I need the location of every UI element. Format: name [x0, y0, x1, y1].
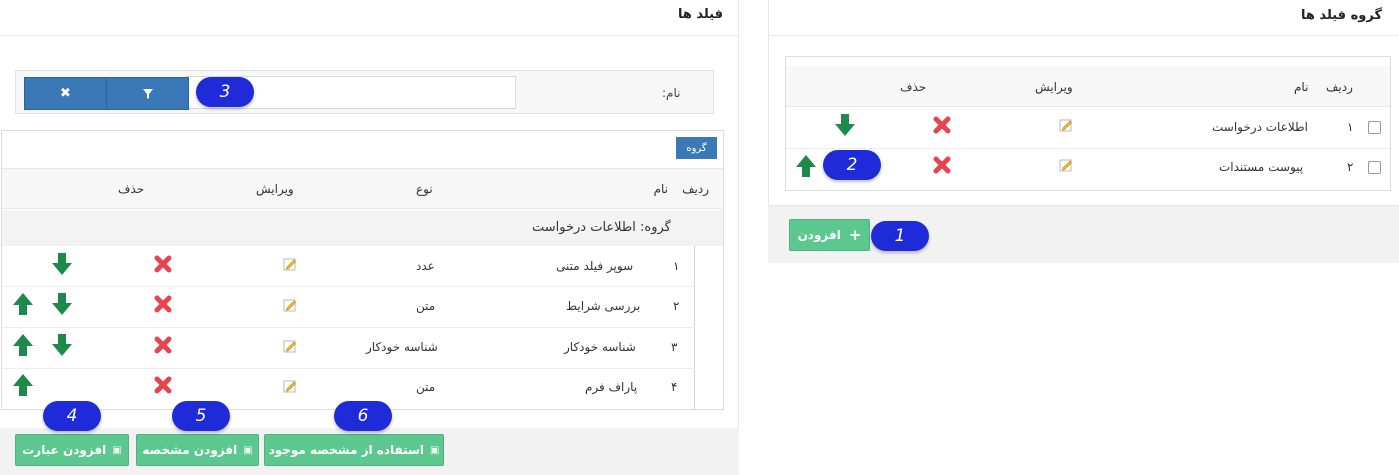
use-existing-label: استفاده از مشخصه موجود — [268, 443, 424, 457]
apply-filter-button[interactable] — [106, 77, 189, 110]
edit-icon[interactable] — [283, 298, 297, 312]
field-type: متن — [416, 380, 436, 394]
header-edit: ویرایش — [1035, 80, 1073, 94]
add-group-button[interactable]: + افزودن — [789, 219, 870, 251]
grid-divider — [694, 246, 695, 410]
field-name: شناسه خودکار — [564, 340, 636, 354]
row-number: ۳ — [671, 340, 678, 354]
field-name: پاراف فرم — [585, 380, 638, 394]
group-row-label: گروه: اطلاعات درخواست — [532, 220, 671, 235]
group-name: پیوست مستندات — [1219, 160, 1304, 174]
field-type: عدد — [416, 259, 435, 273]
edit-icon[interactable] — [283, 339, 297, 353]
row-divider — [786, 148, 1390, 149]
callout-3-label: 3 — [196, 77, 254, 107]
row-checkbox[interactable] — [1368, 161, 1381, 174]
fields-grid-header — [2, 168, 723, 209]
add-group-label: افزودن — [797, 228, 841, 242]
row-checkbox[interactable] — [1368, 121, 1381, 134]
header-name[interactable]: نام — [654, 182, 668, 196]
plus-icon: + — [848, 226, 862, 244]
move-up-icon[interactable] — [12, 292, 34, 316]
row-divider — [2, 368, 695, 369]
move-up-icon[interactable] — [12, 333, 34, 357]
field-name: بررسی شرایط — [566, 299, 641, 313]
close-icon: ✖ — [60, 86, 71, 101]
clear-filter-button[interactable]: ✖ — [24, 77, 107, 110]
move-up-icon[interactable] — [12, 373, 34, 397]
edit-icon[interactable] — [283, 379, 297, 393]
field-type: متن — [416, 299, 436, 313]
edit-icon[interactable] — [283, 257, 297, 271]
document-icon: ▣ — [243, 444, 253, 456]
delete-icon[interactable] — [153, 254, 173, 274]
add-identifier-label: افزودن مشخصه — [142, 443, 238, 457]
field-name: سوپر فیلد متنی — [556, 259, 634, 273]
filter-name-label: نام: — [662, 86, 681, 100]
delete-icon[interactable] — [932, 115, 952, 135]
filter-icon — [142, 88, 153, 99]
add-identifier-button[interactable]: ▣ افزودن مشخصه — [136, 434, 259, 466]
callout-4-label: 4 — [43, 401, 101, 431]
field-type: شناسه خودکار — [366, 340, 438, 354]
row-divider — [2, 327, 695, 328]
use-existing-identifier-button[interactable]: ▣ استفاده از مشخصه موجود — [264, 434, 444, 466]
delete-icon[interactable] — [932, 155, 952, 175]
group-name: اطلاعات درخواست — [1212, 120, 1308, 134]
header-type[interactable]: نوع — [416, 182, 433, 196]
document-icon: ▣ — [112, 444, 122, 456]
delete-icon[interactable] — [153, 375, 173, 395]
row-number: ۴ — [671, 380, 678, 394]
divider — [769, 35, 1399, 36]
delete-icon[interactable] — [153, 335, 173, 355]
header-row-number[interactable]: ردیف — [682, 182, 709, 196]
move-up-icon[interactable] — [795, 154, 817, 178]
fields-panel-title: فیلد ها — [677, 7, 723, 22]
edit-icon[interactable] — [1059, 158, 1073, 172]
divider — [0, 35, 738, 36]
move-down-icon[interactable] — [51, 333, 73, 357]
move-down-icon[interactable] — [51, 292, 73, 316]
move-down-icon[interactable] — [834, 113, 856, 137]
header-name[interactable]: نام — [1294, 80, 1308, 94]
callout-1-label: 1 — [871, 221, 929, 251]
row-number: ۲ — [673, 299, 680, 313]
row-number: ۲ — [1347, 160, 1354, 174]
group-by-tag[interactable]: گروه — [676, 137, 717, 159]
header-row-number[interactable]: ردیف — [1326, 80, 1353, 94]
header-delete: حذف — [900, 80, 927, 94]
add-expression-button[interactable]: ▣ افزودن عبارت — [15, 434, 129, 466]
header-delete: حذف — [118, 182, 145, 196]
callout-6-label: 6 — [334, 401, 392, 431]
document-icon: ▣ — [430, 444, 440, 456]
delete-icon[interactable] — [153, 294, 173, 314]
row-divider — [2, 286, 695, 287]
move-down-icon[interactable] — [51, 252, 73, 276]
row-number: ۱ — [1347, 120, 1354, 134]
callout-5-label: 5 — [172, 401, 230, 431]
header-edit: ویرایش — [256, 182, 294, 196]
edit-icon[interactable] — [1059, 118, 1073, 132]
add-expression-label: افزودن عبارت — [22, 443, 107, 457]
row-number: ۱ — [673, 259, 680, 273]
callout-2-label: 2 — [823, 150, 881, 180]
groups-panel-title: گروه فیلد ها — [1301, 8, 1382, 23]
